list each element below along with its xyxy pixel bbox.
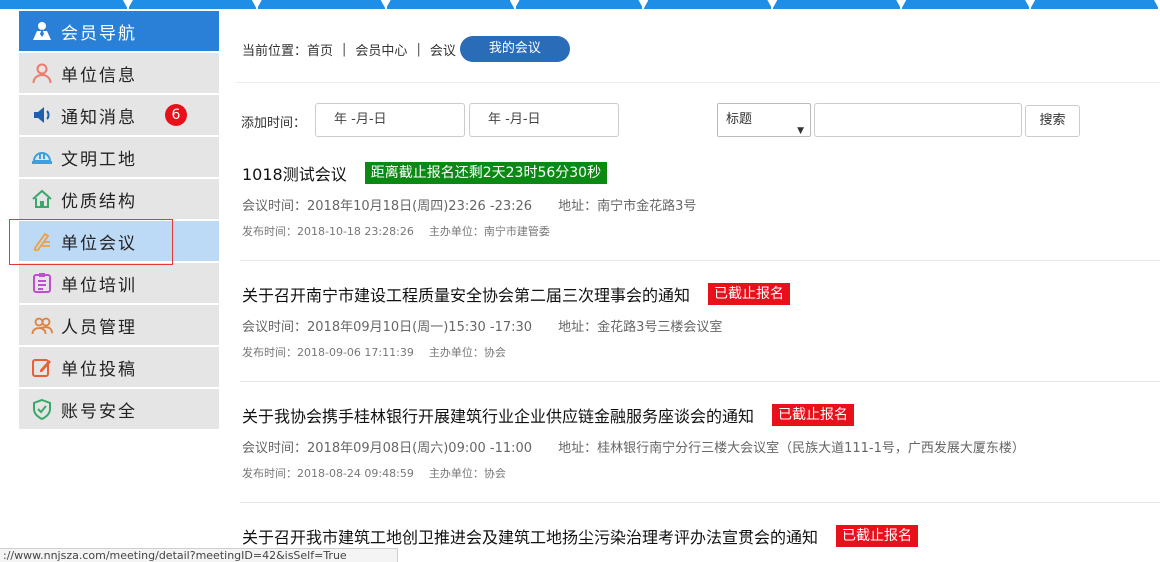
pencil-icon — [31, 230, 53, 252]
sidebar-item-quality-structure[interactable]: 优质结构 — [19, 179, 219, 219]
sidebar-item-unit-info[interactable]: 单位信息 — [19, 53, 219, 93]
registration-countdown-badge: 距离截止报名还剩2天23时56分30秒 — [364, 162, 608, 184]
meeting-address: 地址：南宁市金花路3号 — [558, 199, 697, 214]
sidebar-item-unit-meeting[interactable]: 单位会议 — [19, 221, 219, 261]
filter-bar: 添加时间： 年 -月-日 年 -月-日 标题 ▼ 搜索 — [241, 103, 1141, 137]
sidebar-item-label: 文明工地 — [61, 149, 137, 170]
sidebar-item-label: 会员导航 — [61, 23, 137, 44]
sidebar-item-label: 单位投稿 — [61, 359, 137, 380]
sidebar-item-label: 单位信息 — [61, 65, 137, 86]
search-field-select[interactable]: 标题 ▼ — [717, 103, 811, 137]
home-icon — [31, 188, 53, 210]
sidebar-item-label: 单位会议 — [61, 233, 137, 254]
publish-time: 发布时间：2018-10-18 23:28:26 — [242, 225, 414, 238]
date-from-input[interactable]: 年 -月-日 — [315, 103, 465, 137]
header-divider — [236, 82, 1160, 83]
meeting-title-link[interactable]: 关于召开南宁市建设工程质量安全协会第二届三次理事会的通知 — [242, 282, 690, 306]
breadcrumb-member-center-link[interactable]: 会员中心 — [355, 40, 407, 59]
sidebar-item-label: 账号安全 — [61, 401, 137, 422]
breadcrumb-meeting-link[interactable]: 会议 — [430, 40, 456, 59]
meeting-address: 地址：金花路3号三楼会议室 — [558, 320, 723, 335]
sidebar-item-staff-management[interactable]: 人员管理 — [19, 305, 219, 345]
browser-status-bar: ://www.nnjsza.com/meeting/detail?meeting… — [0, 548, 398, 562]
organizer: 主办单位：协会 — [428, 346, 506, 359]
organizer: 主办单位：协会 — [428, 467, 506, 480]
list-divider — [240, 260, 1160, 261]
organizer: 主办单位：南宁市建管委 — [428, 225, 550, 238]
caret-down-icon: ▼ — [797, 126, 804, 136]
sidebar-item-label: 通知消息 — [61, 107, 137, 128]
sidebar-item-label: 单位培训 — [61, 275, 137, 296]
shield-icon — [31, 398, 53, 420]
meeting-title-link[interactable]: 关于召开我市建筑工地创卫推进会及建筑工地扬尘污染治理考评办法宣贯会的通知 — [242, 524, 818, 548]
sidebar-item-notifications[interactable]: 通知消息 6 — [19, 95, 219, 135]
sidebar-item-label: 人员管理 — [61, 317, 137, 338]
breadcrumb-home-link[interactable]: 首页 — [307, 40, 333, 59]
map-user-icon — [31, 20, 53, 42]
list-divider — [240, 381, 1160, 382]
date-to-input[interactable]: 年 -月-日 — [469, 103, 619, 137]
registration-closed-badge: 已截止报名 — [708, 283, 791, 305]
search-button[interactable]: 搜索 — [1025, 105, 1080, 137]
search-field-select-value: 标题 — [726, 112, 753, 127]
meeting-time: 会议时间：2018年10月18日(周四)23:26 -23:26 — [242, 199, 533, 214]
unread-count-badge: 6 — [165, 104, 187, 126]
meeting-title-link[interactable]: 关于我协会携手桂林银行开展建筑行业企业供应链金融服务座谈会的通知 — [242, 403, 754, 427]
top-banner-strip — [0, 0, 1160, 9]
member-sidebar: 会员导航 单位信息 通知消息 6 文明工地 优质结构 单位会议 单位培训 人员管… — [19, 11, 219, 431]
publish-time: 发布时间：2018-09-06 17:11:39 — [242, 346, 414, 359]
list-item: 关于我协会携手桂林银行开展建筑行业企业供应链金融服务座谈会的通知 已截止报名 会… — [242, 403, 1142, 481]
sidebar-item-label: 优质结构 — [61, 191, 137, 212]
speaker-icon — [31, 104, 53, 126]
publish-time: 发布时间：2018-08-24 09:48:59 — [242, 467, 414, 480]
sidebar-item-unit-submission[interactable]: 单位投稿 — [19, 347, 219, 387]
breadcrumb-current-pill: 我的会议 — [459, 36, 570, 62]
sidebar-item-civilized-site[interactable]: 文明工地 — [19, 137, 219, 177]
breadcrumb-separator: | — [342, 41, 347, 57]
registration-closed-badge: 已截止报名 — [772, 404, 855, 426]
meeting-time: 会议时间：2018年09月10日(周一)15:30 -17:30 — [242, 320, 533, 335]
search-input[interactable] — [814, 103, 1022, 137]
sidebar-item-member-nav[interactable]: 会员导航 — [19, 11, 219, 51]
meeting-address: 地址：桂林银行南宁分行三楼大会议室（民族大道111-1号，广西发展大厦东楼） — [558, 441, 1025, 456]
sidebar-item-account-security[interactable]: 账号安全 — [19, 389, 219, 429]
clipboard-icon — [31, 272, 53, 294]
breadcrumb-prefix: 当前位置： — [242, 43, 308, 59]
add-time-label: 添加时间： — [241, 116, 307, 131]
meeting-time: 会议时间：2018年09月08日(周六)09:00 -11:00 — [242, 441, 533, 456]
list-item: 关于召开我市建筑工地创卫推进会及建筑工地扬尘污染治理考评办法宣贯会的通知 已截止… — [242, 524, 1142, 548]
meeting-title-link[interactable]: 1018测试会议 — [242, 161, 347, 185]
registration-closed-badge: 已截止报名 — [836, 525, 919, 547]
user-icon — [31, 62, 53, 84]
edit-icon — [31, 356, 53, 378]
helmet-icon — [31, 146, 53, 168]
sidebar-item-unit-training[interactable]: 单位培训 — [19, 263, 219, 303]
breadcrumb-separator: | — [416, 41, 421, 57]
breadcrumb: 当前位置： 首页 | 会员中心 | 会议 我的会议 — [242, 36, 570, 62]
list-item: 1018测试会议 距离截止报名还剩2天23时56分30秒 会议时间：2018年1… — [242, 161, 1142, 239]
users-icon — [31, 314, 53, 336]
list-item: 关于召开南宁市建设工程质量安全协会第二届三次理事会的通知 已截止报名 会议时间：… — [242, 282, 1142, 360]
list-divider — [240, 502, 1160, 503]
